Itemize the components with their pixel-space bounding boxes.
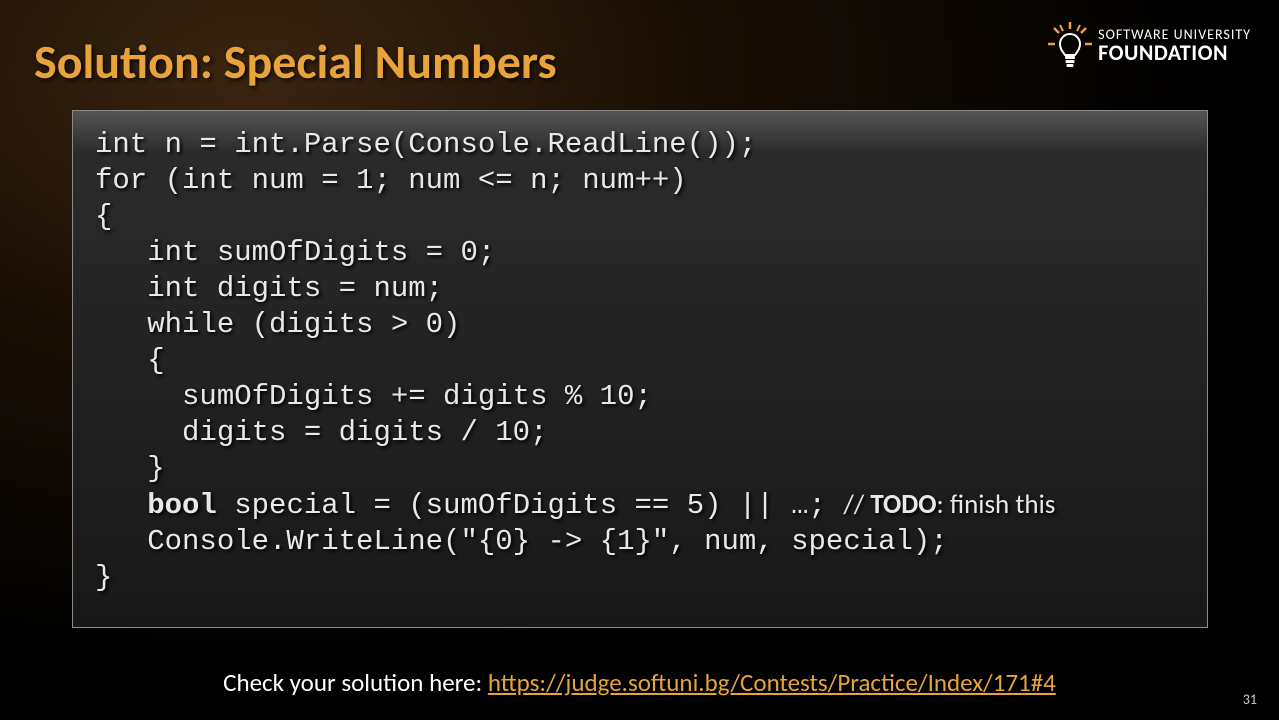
code-line-11-bool: bool — [95, 489, 217, 522]
footer-link[interactable]: https://judge.softuni.bg/Contests/Practi… — [488, 667, 1056, 698]
code-line-11-var: special — [217, 489, 356, 522]
code-line-10: } — [95, 452, 165, 485]
code-line-6: while (digits > 0) — [95, 308, 460, 341]
logo-line2: FOUNDATION — [1098, 42, 1251, 64]
page-number: 31 — [1243, 691, 1257, 708]
code-line-2: for (int num = 1; num <= n; num++) — [95, 164, 687, 197]
code-line-12: Console.WriteLine("{0} -> {1}", num, spe… — [95, 525, 948, 558]
code-line-5: int digits = num; — [95, 272, 443, 305]
logo-text: SOFTWARE UNIVERSITY FOUNDATION — [1098, 28, 1251, 64]
lightbulb-icon — [1048, 22, 1092, 70]
code-line-13: } — [95, 561, 112, 594]
code-line-1: int n = int.Parse(Console.ReadLine()); — [95, 128, 756, 161]
code-line-11-expr: = (sumOfDigits == 5) || …; — [356, 489, 843, 522]
footer: Check your solution here: https://judge.… — [0, 667, 1279, 698]
comment-slashes: // — [843, 488, 870, 521]
code-content: int n = int.Parse(Console.ReadLine()); f… — [95, 127, 1185, 596]
code-line-11-comment: // TODO: finish this — [843, 488, 1055, 521]
comment-todo: TODO — [870, 488, 936, 521]
code-line-8: sumOfDigits += digits % 10; — [95, 380, 652, 413]
code-line-4: int sumOfDigits = 0; — [95, 236, 495, 269]
code-line-3: { — [95, 200, 112, 233]
code-block: int n = int.Parse(Console.ReadLine()); f… — [72, 110, 1208, 628]
code-line-9: digits = digits / 10; — [95, 416, 547, 449]
code-line-7: { — [95, 344, 165, 377]
footer-text: Check your solution here: — [223, 667, 488, 698]
comment-rest: : finish this — [937, 488, 1056, 521]
slide-title: Solution: Special Numbers — [34, 32, 557, 91]
brand-logo: SOFTWARE UNIVERSITY FOUNDATION — [1048, 22, 1251, 70]
